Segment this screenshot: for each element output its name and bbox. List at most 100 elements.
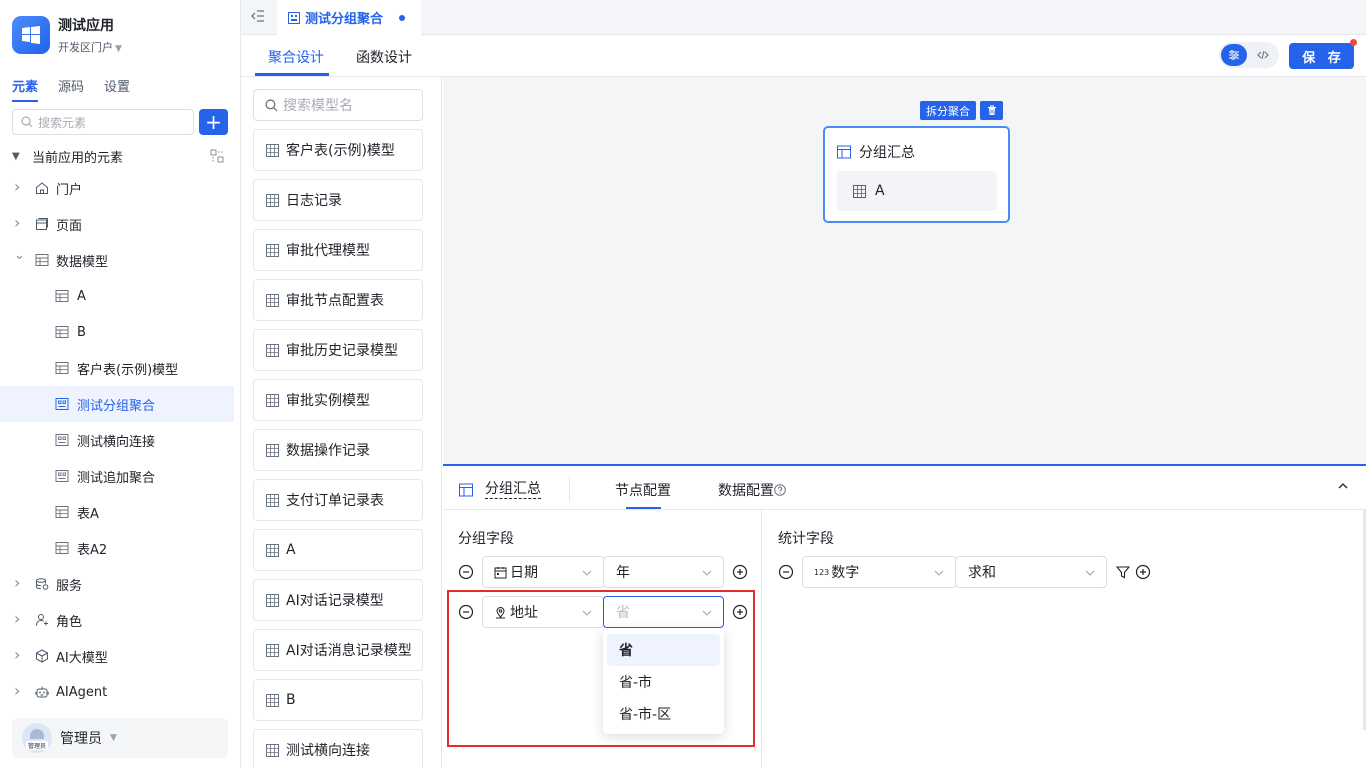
tab-node-config[interactable]: 节点配置 [615, 480, 671, 500]
add-circle-icon[interactable] [1135, 564, 1151, 580]
model-item[interactable]: 日志记录 [253, 179, 423, 221]
sidebar: 测试应用 开发区门户 ▼ 元素 源码 设置 搜索元素 + ▼ 当前应用的元素 › 门… [0, 0, 241, 768]
sidebar-item[interactable]: B [0, 314, 234, 350]
sidebar-item[interactable]: › 角色 [0, 602, 234, 638]
sidebar-item[interactable]: › 页面 [0, 206, 234, 242]
sidebar-item[interactable]: A [0, 278, 234, 314]
dropdown-option[interactable]: 省-市 [607, 666, 720, 698]
aggregate-icon [55, 433, 69, 447]
sidebar-item[interactable]: 测试横向连接 [0, 422, 234, 458]
sidebar-item-label: 数据模型 [56, 254, 109, 270]
stat-function-select[interactable]: 求和 [955, 556, 1107, 588]
save-button[interactable]: 保 存 [1289, 43, 1354, 69]
group-option-select[interactable]: 年 [603, 556, 724, 588]
model-item[interactable]: 审批代理模型 [253, 229, 423, 271]
code-mode-button[interactable] [1250, 44, 1276, 66]
split-aggregate-button[interactable]: 拆分聚合 [920, 101, 976, 120]
chevron-up-icon[interactable] [1337, 480, 1349, 492]
tab-aggregate-design[interactable]: 聚合设计 [268, 47, 324, 67]
chevron-right-icon[interactable]: › [14, 573, 24, 592]
tab-settings[interactable]: 设置 [104, 76, 130, 102]
design-canvas[interactable]: 拆分聚合 分组汇总 A [443, 77, 1366, 464]
group-field-select[interactable]: 地址 [482, 596, 604, 628]
add-element-button[interactable]: + [199, 109, 228, 135]
sidebar-item[interactable]: › 服务 [0, 566, 234, 602]
remove-circle-icon[interactable] [778, 564, 794, 580]
unsaved-badge [1350, 39, 1357, 46]
group-field-select[interactable]: 日期 [482, 556, 604, 588]
model-item[interactable]: AI对话消息记录模型 [253, 629, 423, 671]
stat-field-select[interactable]: 123 数字 [802, 556, 956, 588]
active-config-tab-indicator [626, 507, 661, 509]
chevron-down-icon [582, 570, 592, 576]
node-source-model[interactable]: A [837, 171, 997, 211]
add-circle-icon[interactable] [732, 604, 748, 620]
table-icon [266, 693, 279, 707]
sidebar-item[interactable]: 测试追加聚合 [0, 458, 234, 494]
search-icon [265, 98, 278, 111]
model-item[interactable]: 审批历史记录模型 [253, 329, 423, 371]
sidebar-item[interactable]: 表A [0, 494, 234, 530]
chevron-right-icon[interactable]: › [14, 609, 24, 628]
sidebar-item-label: 表A2 [77, 542, 108, 558]
sidebar-item[interactable]: › 门户 [0, 170, 234, 206]
sidebar-item[interactable]: › AIAgent [0, 674, 234, 710]
sidebar-item-label: AIAgent [56, 684, 108, 700]
model-item[interactable]: 客户表(示例)模型 [253, 129, 423, 171]
model-item[interactable]: 测试横向连接 [253, 729, 423, 768]
code-icon [1257, 50, 1269, 60]
add-circle-icon[interactable] [732, 564, 748, 580]
sidebar-item-label: 角色 [56, 614, 83, 630]
avatar: 管理员 [22, 723, 52, 753]
table-icon [266, 543, 279, 557]
portal-selector[interactable]: 开发区门户 ▼ [58, 40, 122, 57]
config-title[interactable]: 分组汇总 [485, 480, 541, 499]
dropdown-option[interactable]: 省-市-区 [607, 698, 720, 730]
model-item[interactable]: 数据操作记录 [253, 429, 423, 471]
chevron-down-icon[interactable]: ⌄ [14, 248, 25, 263]
model-item-label: 数据操作记录 [286, 443, 370, 459]
document-tab[interactable]: 测试分组聚合 [277, 0, 421, 35]
model-list: 客户表(示例)模型 日志记录审批代理模型 审批节点配置表 审批历史记录模型 审批实例模型… [253, 129, 423, 768]
group-summary-node[interactable]: 分组汇总 A [823, 126, 1010, 223]
model-item[interactable]: B [253, 679, 423, 721]
tab-function-design[interactable]: 函数设计 [356, 47, 412, 67]
chevron-right-icon[interactable]: › [14, 645, 24, 664]
model-item[interactable]: A [253, 529, 423, 571]
table-icon [266, 743, 279, 757]
tab-data-config[interactable]: 数据配置 [718, 480, 786, 500]
sidebar-item[interactable]: 客户表(示例)模型 [0, 350, 234, 386]
model-item[interactable]: 支付订单记录表 [253, 479, 423, 521]
chevron-right-icon[interactable]: › [14, 681, 24, 700]
model-item[interactable]: AI对话记录模型 [253, 579, 423, 621]
group-option-select[interactable]: 省 [603, 596, 724, 628]
locate-icon[interactable] [210, 149, 224, 163]
filter-icon[interactable] [1116, 565, 1130, 579]
collapse-sidebar-icon[interactable] [251, 9, 265, 23]
sidebar-item[interactable]: 测试分组聚合 [0, 386, 234, 422]
sidebar-item-label: 表A [77, 506, 99, 522]
sidebar-item[interactable]: ⌄ 数据模型 [0, 242, 234, 278]
model-item[interactable]: 审批节点配置表 [253, 279, 423, 321]
dropdown-option[interactable]: 省 [607, 634, 720, 666]
tab-elements[interactable]: 元素 [12, 76, 39, 102]
model-search-input[interactable]: 搜索模型名 [253, 89, 423, 121]
tab-source[interactable]: 源码 [58, 76, 84, 102]
model-item[interactable]: 审批实例模型 [253, 379, 423, 421]
remove-circle-icon[interactable] [458, 604, 474, 620]
sidebar-item[interactable]: 表A2 [0, 530, 234, 566]
chevron-down-icon: ▼ [115, 44, 122, 54]
help-icon[interactable] [774, 484, 786, 496]
visual-mode-button[interactable] [1221, 44, 1247, 66]
user-menu[interactable]: 管理员 管理员 ▼ [12, 718, 228, 758]
location-icon [496, 606, 505, 618]
sidebar-item[interactable]: › AI大模型 [0, 638, 234, 674]
element-search-input[interactable]: 搜索元素 [12, 109, 194, 135]
tree-header[interactable]: ▼ 当前应用的元素 [12, 146, 224, 166]
chevron-right-icon[interactable]: › [14, 213, 24, 232]
chevron-right-icon[interactable]: › [14, 177, 24, 196]
design-toolbar: 聚合设计 函数设计 保 存 [241, 35, 1366, 77]
delete-node-button[interactable] [980, 101, 1003, 120]
chevron-down-icon [1085, 570, 1095, 576]
remove-circle-icon[interactable] [458, 564, 474, 580]
